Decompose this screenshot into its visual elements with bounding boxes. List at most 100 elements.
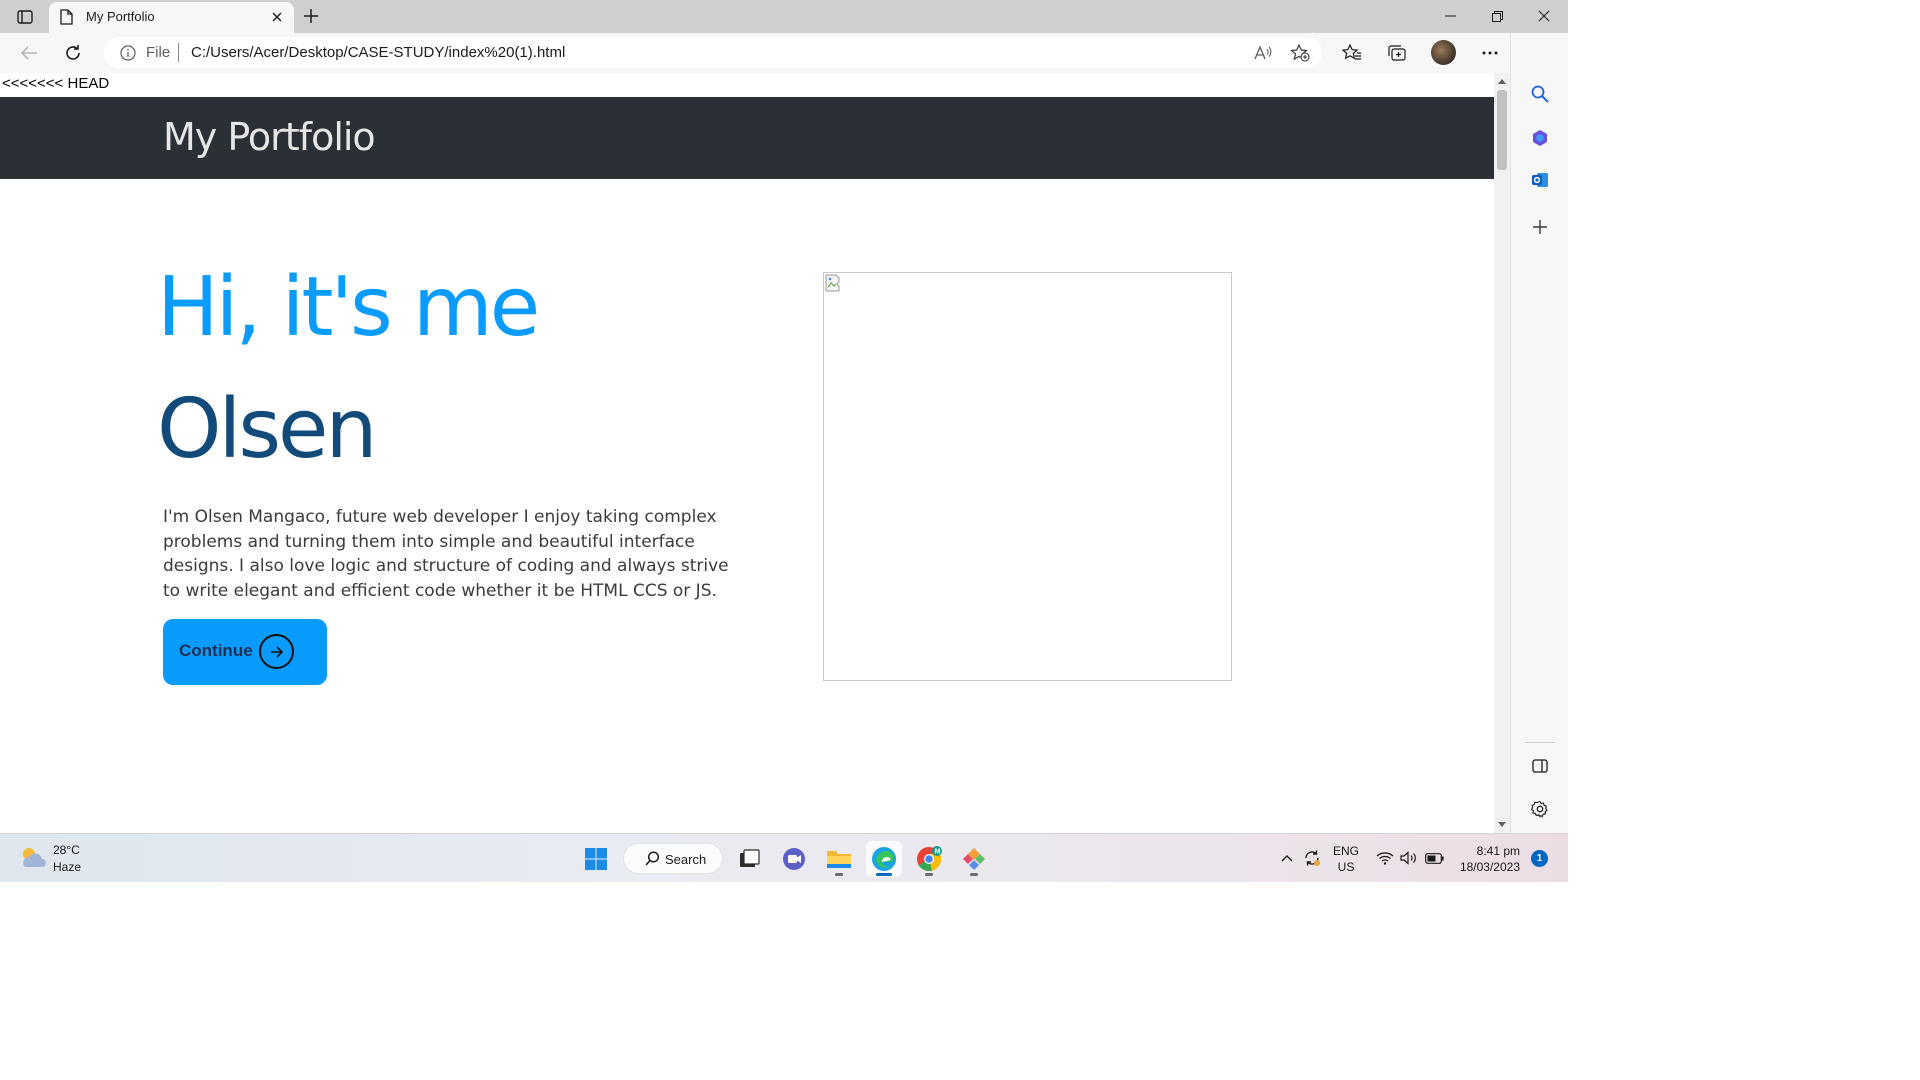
arrow-right-icon	[259, 634, 294, 669]
continue-label: Continue	[179, 641, 253, 660]
edge-taskbar-button[interactable]	[866, 841, 902, 877]
info-icon[interactable]	[120, 45, 136, 61]
refresh-icon	[66, 45, 80, 60]
weather-temperature: 28°C	[53, 843, 80, 857]
teams-chat-button[interactable]	[776, 841, 812, 877]
continue-button[interactable]: Continue	[163, 619, 327, 685]
gear-icon	[1531, 800, 1548, 818]
sidebar-divider	[1525, 742, 1555, 743]
battery-button[interactable]	[1423, 846, 1445, 870]
sidebar-settings-button[interactable]	[1527, 796, 1553, 822]
file-explorer-button[interactable]	[821, 841, 857, 877]
close-window-button[interactable]	[1521, 4, 1567, 28]
search-icon	[1531, 85, 1549, 103]
office-icon	[1533, 130, 1547, 146]
chevron-up-icon	[1281, 855, 1293, 862]
sidebar-office-button[interactable]	[1527, 125, 1553, 151]
windows-taskbar: 28°C Haze Search M ENG US 8:41 pm 18/03/…	[0, 833, 1568, 882]
hero-bio: I'm Olsen Mangaco, future web developer …	[163, 507, 729, 601]
tab-actions-button[interactable]	[10, 6, 40, 28]
plus-icon	[304, 9, 318, 23]
weather-haze-icon[interactable]	[18, 844, 48, 872]
chrome-icon: M	[917, 846, 942, 871]
close-icon	[1538, 10, 1550, 22]
git-app-button[interactable]	[956, 841, 992, 877]
broken-image-icon	[825, 274, 840, 292]
settings-more-button[interactable]	[1475, 39, 1505, 67]
wifi-button[interactable]	[1375, 846, 1395, 870]
close-tab-button[interactable]	[268, 8, 286, 26]
weather-description: Haze	[53, 860, 82, 874]
site-header: My Portfolio	[0, 97, 1494, 179]
scroll-thumb[interactable]	[1497, 90, 1507, 170]
sync-tray-button[interactable]	[1301, 846, 1323, 870]
sidebar-hide-button[interactable]	[1527, 753, 1553, 779]
search-label: Search	[665, 852, 707, 867]
clock[interactable]: 8:41 pm 18/03/2023	[1452, 843, 1520, 875]
site-logo[interactable]: My Portfolio	[163, 115, 376, 159]
page-scrollbar[interactable]	[1494, 73, 1510, 833]
language-indicator[interactable]: ENG US	[1333, 843, 1359, 875]
start-button[interactable]	[578, 841, 614, 877]
show-hidden-icons-button[interactable]	[1278, 846, 1296, 870]
windows-start-icon	[585, 848, 607, 870]
restore-button[interactable]	[1474, 4, 1520, 28]
collections-button[interactable]	[1382, 39, 1412, 67]
language-primary: ENG	[1333, 844, 1360, 858]
read-aloud-icon	[1254, 45, 1272, 60]
language-secondary: US	[1337, 860, 1355, 874]
star-add-icon	[1290, 44, 1310, 62]
hero-greeting: Hi, it's me	[157, 260, 540, 355]
close-icon	[272, 12, 282, 22]
new-tab-button[interactable]	[300, 5, 322, 27]
task-view-button[interactable]	[731, 841, 767, 877]
scroll-up-arrow[interactable]	[1498, 79, 1506, 84]
favorites-button[interactable]	[1337, 39, 1367, 67]
clock-date: 18/03/2023	[1459, 860, 1520, 874]
notification-badge[interactable]: 1	[1531, 850, 1548, 867]
profile-avatar[interactable]	[1431, 40, 1456, 65]
more-icon	[1482, 51, 1498, 55]
scheme-label: File	[146, 44, 171, 61]
tab-title: My Portfolio	[86, 9, 155, 24]
split-panel-icon	[1532, 759, 1548, 773]
chat-icon	[783, 848, 805, 870]
add-favorite-button[interactable]	[1287, 41, 1313, 65]
collections-icon	[1388, 45, 1406, 61]
volume-button[interactable]	[1399, 846, 1419, 870]
merge-conflict-marker: <<<<<<< HEAD	[2, 75, 110, 92]
sidebar-search-button[interactable]	[1527, 81, 1553, 107]
read-aloud-button[interactable]	[1250, 41, 1276, 65]
chrome-taskbar-button[interactable]: M	[911, 841, 947, 877]
tab-strip: My Portfolio	[0, 0, 1568, 33]
favorites-icon	[1342, 44, 1361, 60]
hero-name: Olsen	[157, 382, 377, 477]
running-indicator	[970, 873, 978, 876]
sidebar-outlook-button[interactable]	[1527, 167, 1553, 193]
search-icon	[645, 851, 660, 866]
active-indicator	[876, 873, 892, 876]
sync-icon	[1305, 850, 1320, 866]
speaker-icon	[1400, 851, 1416, 865]
running-indicator	[835, 873, 843, 876]
restore-icon	[1491, 10, 1503, 22]
url-text[interactable]: C:/Users/Acer/Desktop/CASE-STUDY/index%2…	[191, 44, 565, 61]
wifi-icon	[1376, 852, 1394, 865]
edge-icon	[872, 847, 896, 871]
back-arrow-icon	[20, 46, 37, 60]
back-button[interactable]	[14, 39, 44, 67]
tab-my-portfolio[interactable]: My Portfolio	[49, 2, 294, 33]
plus-icon	[1533, 220, 1547, 234]
refresh-button[interactable]	[58, 39, 88, 67]
browser-toolbar: File C:/Users/Acer/Desktop/CASE-STUDY/in…	[0, 33, 1510, 73]
taskbar-search[interactable]: Search	[623, 843, 723, 874]
address-separator	[178, 43, 179, 62]
minimize-button[interactable]	[1427, 4, 1473, 28]
battery-icon	[1424, 852, 1444, 864]
minimize-icon	[1444, 15, 1456, 17]
scroll-down-arrow[interactable]	[1498, 822, 1506, 827]
folder-icon	[827, 851, 851, 868]
address-bar[interactable]: File C:/Users/Acer/Desktop/CASE-STUDY/in…	[104, 37, 1322, 68]
svg-text:M: M	[935, 849, 941, 856]
sidebar-add-button[interactable]	[1527, 214, 1553, 240]
